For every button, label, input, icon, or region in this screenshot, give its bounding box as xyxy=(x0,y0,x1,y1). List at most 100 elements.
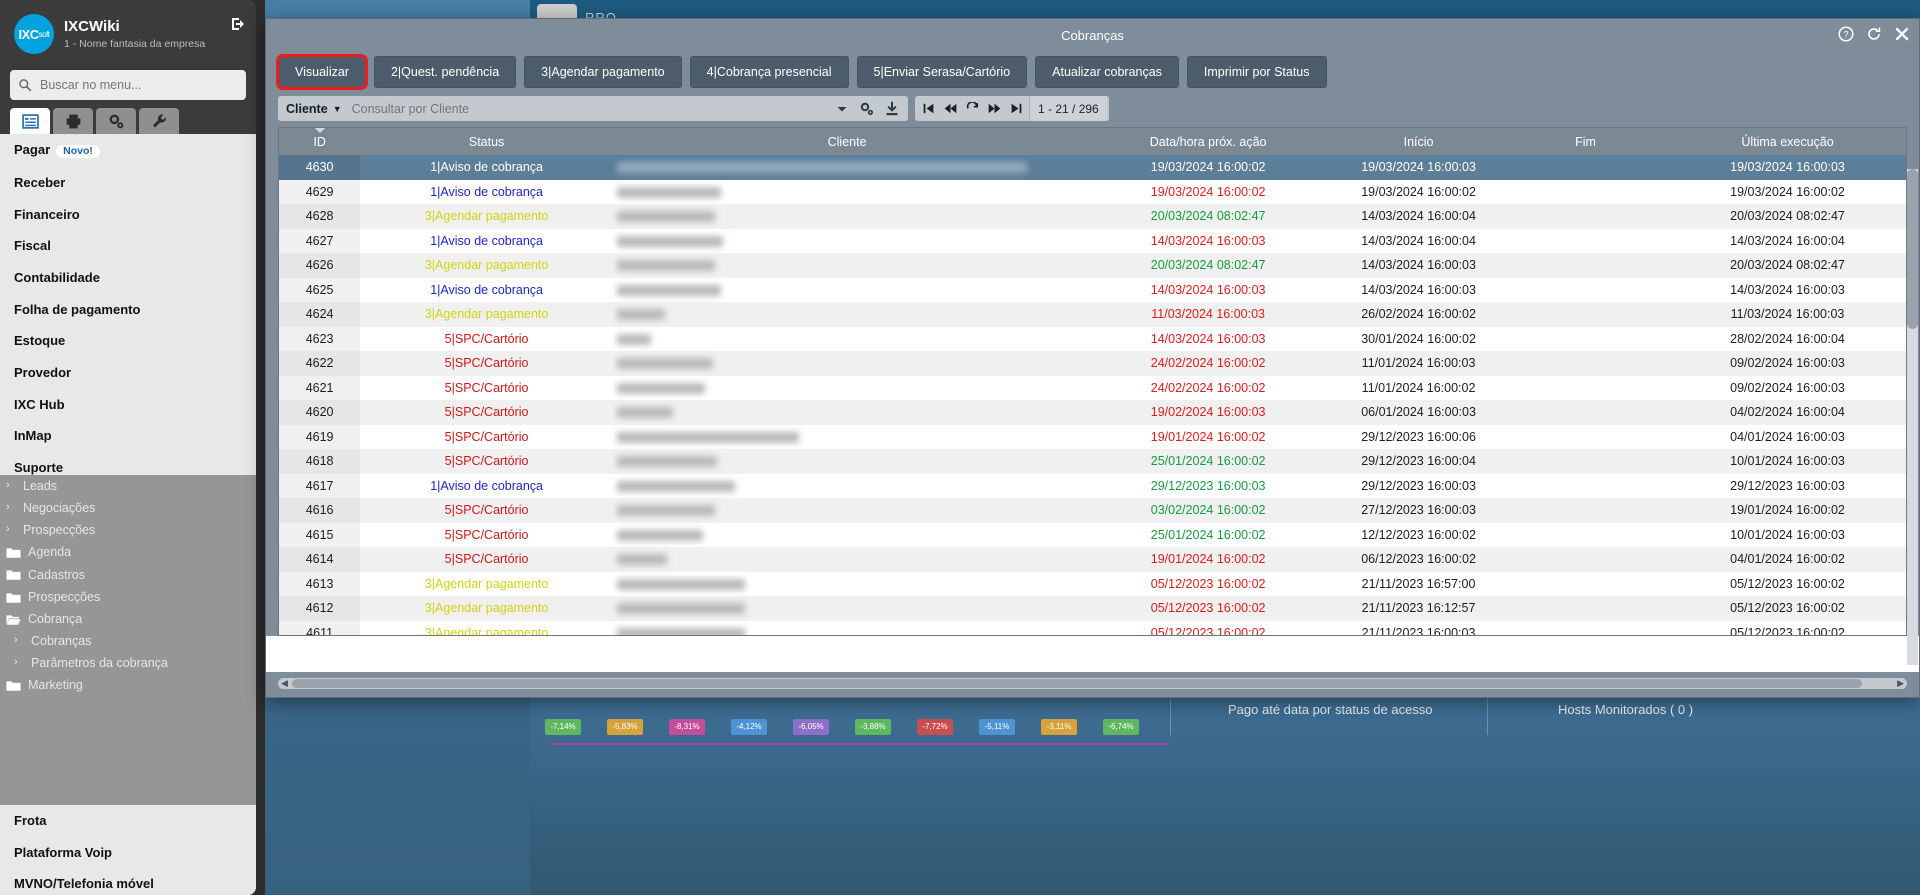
column-header-fim[interactable]: Fim xyxy=(1502,128,1670,155)
filter-settings-icon[interactable] xyxy=(859,101,875,117)
action-button-4-cobran-a-presencial[interactable]: 4|Cobrança presencial xyxy=(689,56,849,88)
column-header-cliente[interactable]: Cliente xyxy=(612,128,1082,155)
vertical-scroll-thumb[interactable] xyxy=(1907,169,1918,329)
sidebar-subitem-leads[interactable]: › Leads xyxy=(0,475,256,497)
table-row[interactable]: 4626 3|Agendar pagamento 20/03/2024 08:02:… xyxy=(279,253,1906,278)
filter-field-label[interactable]: Cliente xyxy=(286,102,328,116)
client-search-input[interactable] xyxy=(351,101,825,116)
close-icon[interactable] xyxy=(1894,26,1910,42)
table-row[interactable]: 4620 5|SPC/Cartório 19/02/2024 16:00:03 06/… xyxy=(279,400,1906,425)
cell-cliente xyxy=(612,351,1082,376)
table-row[interactable]: 4629 1|Aviso de cobrança 19/03/2024 16:00:… xyxy=(279,179,1906,204)
table-row[interactable]: 4616 5|SPC/Cartório 03/02/2024 16:00:02 27/… xyxy=(279,498,1906,523)
column-header-id[interactable]: ID xyxy=(279,128,361,155)
table-row[interactable]: 4615 5|SPC/Cartório 25/01/2024 16:00:02 12/… xyxy=(279,522,1906,547)
column-header-in-cio[interactable]: Início xyxy=(1335,128,1503,155)
modal-title: Cobranças xyxy=(1061,28,1124,43)
sidebar-menu: Pagar Novo! Receber Financeiro Fiscal Contabi… xyxy=(0,134,256,895)
scroll-left-icon[interactable]: ◀ xyxy=(281,678,288,689)
table-row[interactable]: 4622 5|SPC/Cartório 24/02/2024 16:00:02 11/… xyxy=(279,351,1906,376)
table-row[interactable]: 4624 3|Agendar pagamento 11/03/2024 16:00:… xyxy=(279,302,1906,327)
sidebar-item-financeiro[interactable]: Financeiro xyxy=(0,199,256,231)
sidebar-item-frota[interactable]: Frota xyxy=(0,805,256,837)
sidebar-item-mvno-telefonia-m-vel[interactable]: MVNO/Telefonia móvel xyxy=(0,868,256,895)
cell-inicio: 14/03/2024 16:00:04 xyxy=(1335,204,1503,229)
table-row[interactable]: 4612 3|Agendar pagamento 05/12/2023 16:00:… xyxy=(279,596,1906,621)
table-row[interactable]: 4618 5|SPC/Cartório 25/01/2024 16:00:02 29/… xyxy=(279,449,1906,474)
refresh-icon[interactable] xyxy=(961,96,983,121)
search-input[interactable] xyxy=(40,78,238,92)
table-row[interactable]: 4611 3|Agendar pagamento 05/12/2023 16:00:… xyxy=(279,620,1906,635)
menu-icon[interactable] xyxy=(10,108,50,134)
vertical-scrollbar[interactable] xyxy=(1907,169,1918,665)
table-row[interactable]: 4630 1|Aviso de cobrança 19/03/2024 16:00:… xyxy=(279,155,1906,180)
sidebar-subitem-prospec-es[interactable]: › Prospecções xyxy=(0,519,256,541)
table-row[interactable]: 4625 1|Aviso de cobrança 14/03/2024 16:00:… xyxy=(279,277,1906,302)
history-icon[interactable] xyxy=(1866,26,1882,42)
column-header--ltima-execu-o[interactable]: Última execução xyxy=(1669,128,1906,155)
logout-icon[interactable] xyxy=(230,16,246,32)
first-page-icon[interactable] xyxy=(917,96,939,121)
cell-data-hora-prox-acao: 20/03/2024 08:02:47 xyxy=(1081,204,1336,229)
sidebar-item-inmap[interactable]: InMap xyxy=(0,420,256,452)
cell-status: 5|SPC/Cartório xyxy=(360,326,613,351)
action-button-imprimir-por-status[interactable]: Imprimir por Status xyxy=(1186,56,1327,88)
table-row[interactable]: 4623 5|SPC/Cartório 14/03/2024 16:00:03 30/… xyxy=(279,326,1906,351)
gears-icon[interactable] xyxy=(96,108,136,134)
sidebar-subitem-agenda[interactable]: Agenda xyxy=(0,541,256,563)
action-button-3-agendar-pagamento[interactable]: 3|Agendar pagamento xyxy=(524,56,682,88)
last-page-icon[interactable] xyxy=(1005,96,1027,121)
cell-inicio: 21/11/2023 16:57:00 xyxy=(1335,571,1503,596)
table-row[interactable]: 4619 5|SPC/Cartório 19/01/2024 16:00:02 29/… xyxy=(279,424,1906,449)
sidebar-item-fiscal[interactable]: Fiscal xyxy=(0,230,256,262)
column-header-status[interactable]: Status xyxy=(360,128,613,155)
scroll-right-icon[interactable]: ▶ xyxy=(1897,678,1904,689)
cell-cliente xyxy=(612,620,1082,635)
prev-page-icon[interactable] xyxy=(939,96,961,121)
sidebar-item-contabilidade[interactable]: Contabilidade xyxy=(0,262,256,294)
action-button-visualizar[interactable]: Visualizar xyxy=(276,54,368,90)
chevron-down-icon[interactable] xyxy=(834,101,850,117)
action-button-atualizar-cobran-as[interactable]: Atualizar cobranças xyxy=(1035,56,1179,88)
table-row[interactable]: 4621 5|SPC/Cartório 24/02/2024 16:00:02 11/… xyxy=(279,375,1906,400)
sidebar-subitem-cadastros[interactable]: Cadastros xyxy=(0,564,256,586)
sidebar-item-label: Receber xyxy=(14,175,66,191)
redacted-client-name xyxy=(616,603,745,615)
next-page-icon[interactable] xyxy=(983,96,1005,121)
sidebar-subitem-negocia-es[interactable]: › Negociações xyxy=(0,497,256,519)
download-icon[interactable] xyxy=(884,101,900,117)
horizontal-scroll-thumb[interactable] xyxy=(292,679,1862,688)
wrench-icon[interactable] xyxy=(139,108,179,134)
sidebar-subitem-marketing[interactable]: Marketing xyxy=(0,674,256,696)
sidebar-subitem-par-metros-da-cobran-a[interactable]: › Parâmetros da cobrança xyxy=(0,652,256,674)
cell-id: 4627 xyxy=(279,228,361,253)
chevron-down-icon[interactable]: ▼ xyxy=(333,104,342,114)
sidebar-item-pagar[interactable]: Pagar Novo! xyxy=(0,134,256,167)
sidebar-item-plataforma-voip[interactable]: Plataforma Voip xyxy=(0,837,256,869)
table-row[interactable]: 4617 1|Aviso de cobrança 29/12/2023 16:00:… xyxy=(279,473,1906,498)
table-row[interactable]: 4613 3|Agendar pagamento 05/12/2023 16:00:… xyxy=(279,571,1906,596)
action-button-5-enviar-serasa-cart-rio[interactable]: 5|Enviar Serasa/Cartório xyxy=(856,56,1028,88)
table-row[interactable]: 4628 3|Agendar pagamento 20/03/2024 08:02:… xyxy=(279,204,1906,229)
sidebar-subitem-prospec-es[interactable]: Prospecções xyxy=(0,586,256,608)
table-row[interactable]: 4627 1|Aviso de cobrança 14/03/2024 16:00:… xyxy=(279,228,1906,253)
sidebar-item-provedor[interactable]: Provedor xyxy=(0,357,256,389)
cell-ultima-execucao: 14/03/2024 16:00:03 xyxy=(1669,277,1906,302)
column-header-data-hora-pr-x-a-o[interactable]: Data/hora próx. ação xyxy=(1081,128,1336,155)
sidebar-subitem-cobran-a[interactable]: Cobrança xyxy=(0,608,256,630)
menu-search-box[interactable] xyxy=(10,70,246,100)
horizontal-scrollbar[interactable]: ◀ ▶ xyxy=(278,678,1907,689)
sidebar-item-estoque[interactable]: Estoque xyxy=(0,325,256,357)
redacted-client-name xyxy=(616,578,745,590)
sidebar-item-folha-de-pagamento[interactable]: Folha de pagamento xyxy=(0,294,256,326)
printer-icon[interactable] xyxy=(53,108,93,134)
action-button-2-quest-pend-ncia[interactable]: 2|Quest. pendência xyxy=(373,56,517,88)
client-filter[interactable]: Cliente ▼ xyxy=(278,96,908,121)
cell-ultima-execucao: 11/03/2024 16:00:03 xyxy=(1669,302,1906,327)
modal-action-buttons: Visualizar 2|Quest. pendência 3|Agendar pa… xyxy=(266,52,1919,96)
table-row[interactable]: 4614 5|SPC/Cartório 19/01/2024 16:00:02 06/… xyxy=(279,547,1906,572)
sidebar-item-receber[interactable]: Receber xyxy=(0,167,256,199)
help-icon[interactable]: ? xyxy=(1838,26,1854,42)
sidebar-subitem-cobran-as[interactable]: › Cobranças xyxy=(0,630,256,652)
sidebar-item-ixc-hub[interactable]: IXC Hub xyxy=(0,389,256,421)
